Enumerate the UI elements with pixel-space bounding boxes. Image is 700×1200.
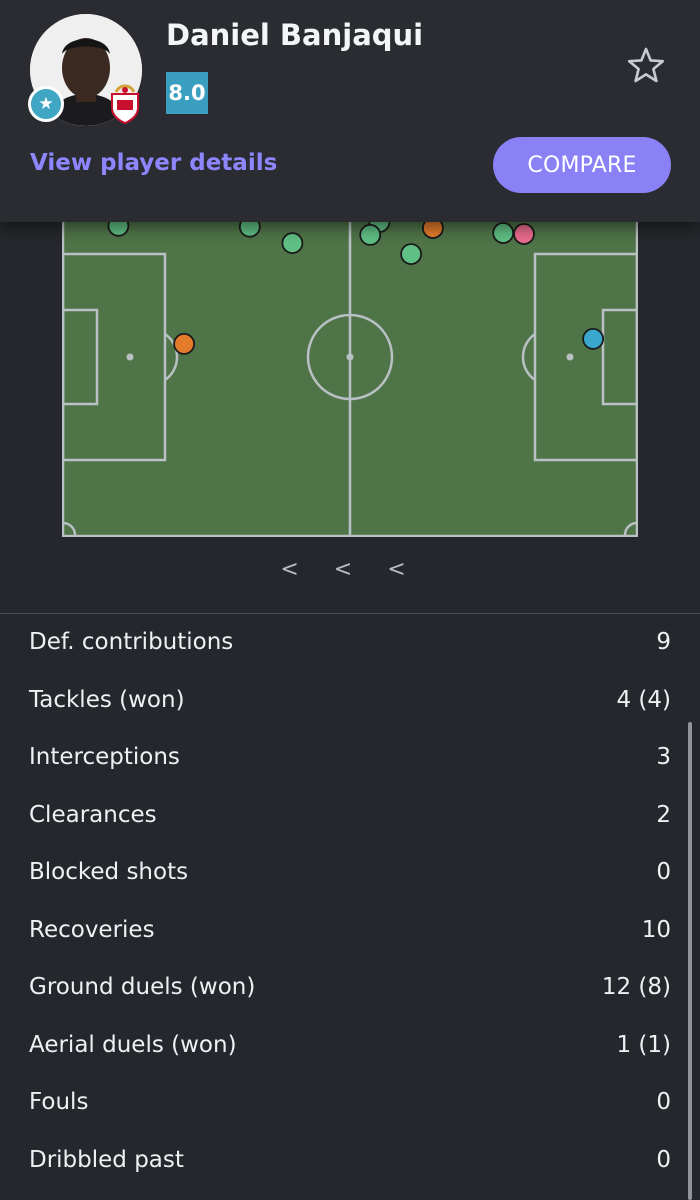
action-marker-green[interactable]: [359, 223, 382, 246]
stat-label: Ground duels (won): [29, 974, 256, 1000]
section-divider: [0, 613, 700, 614]
pitch-nav-arrows[interactable]: < < <: [0, 557, 700, 582]
player-rating-badge: 8.0: [166, 72, 208, 114]
stat-label: Tackles (won): [29, 686, 185, 713]
stat-label: Fouls: [29, 1089, 89, 1115]
stat-value: 0: [656, 1146, 671, 1173]
action-marker-blue[interactable]: [582, 328, 604, 350]
stat-label: Blocked shots: [29, 859, 189, 885]
stat-row: Ground duels (won) 12 (8): [0, 960, 700, 1018]
action-marker-green[interactable]: [281, 232, 304, 255]
action-marker-green[interactable]: [238, 215, 261, 238]
scrollbar[interactable]: [688, 722, 692, 1200]
stat-value: 2: [656, 801, 671, 828]
stat-value: 9: [656, 629, 671, 655]
right-penalty-spot: [566, 353, 574, 361]
stat-row: Clearances 2: [0, 788, 700, 846]
action-map-pitch: [61, 210, 639, 538]
stat-row: Dribbled past 0: [0, 1133, 700, 1191]
pitch-svg: [61, 210, 639, 538]
action-marker-orange[interactable]: [173, 333, 195, 355]
stat-label: Recoveries: [29, 916, 155, 943]
stat-label: Interceptions: [29, 744, 180, 770]
action-marker-orange[interactable]: [421, 217, 444, 239]
star-outline-icon[interactable]: [626, 46, 666, 86]
center-spot: [346, 353, 354, 361]
stat-row: Def. contributions 9: [0, 615, 700, 673]
stat-row: Fouls 0: [0, 1075, 700, 1133]
stat-value: 4 (4): [616, 686, 671, 713]
compare-button[interactable]: COMPARE: [493, 137, 671, 193]
stat-label: Aerial duels (won): [29, 1031, 237, 1058]
action-marker-green[interactable]: [107, 214, 130, 237]
stat-row: Aerial duels (won) 1 (1): [0, 1018, 700, 1076]
player-name: Daniel Banjaqui: [166, 18, 424, 52]
stat-value: 3: [656, 744, 671, 770]
defensive-stats-list: Def. contributions 9 Tackles (won) 4 (4)…: [0, 615, 700, 1190]
left-penalty-spot: [126, 353, 134, 361]
stat-value: 12 (8): [601, 974, 671, 1000]
stat-row: Interceptions 3: [0, 730, 700, 788]
stat-label: Clearances: [29, 801, 157, 828]
stat-label: Def. contributions: [29, 629, 234, 655]
action-marker-green[interactable]: [400, 243, 423, 265]
action-marker-pink[interactable]: [513, 223, 535, 245]
stat-row: Recoveries 10: [0, 903, 700, 961]
player-header: ★ Daniel Banjaqui 8.0 View player detail…: [0, 0, 700, 222]
action-marker-green[interactable]: [492, 222, 515, 244]
view-player-details-link[interactable]: View player details: [30, 150, 277, 176]
stat-value: 0: [656, 859, 671, 885]
stat-row: Blocked shots 0: [0, 845, 700, 903]
stat-row: Tackles (won) 4 (4): [0, 673, 700, 731]
club-crest-icon: [108, 84, 142, 125]
stat-value: 0: [656, 1089, 671, 1115]
stat-value: 1 (1): [616, 1031, 671, 1058]
stat-label: Dribbled past: [29, 1146, 184, 1173]
star-icon: ★: [28, 86, 64, 122]
stat-value: 10: [641, 916, 671, 943]
